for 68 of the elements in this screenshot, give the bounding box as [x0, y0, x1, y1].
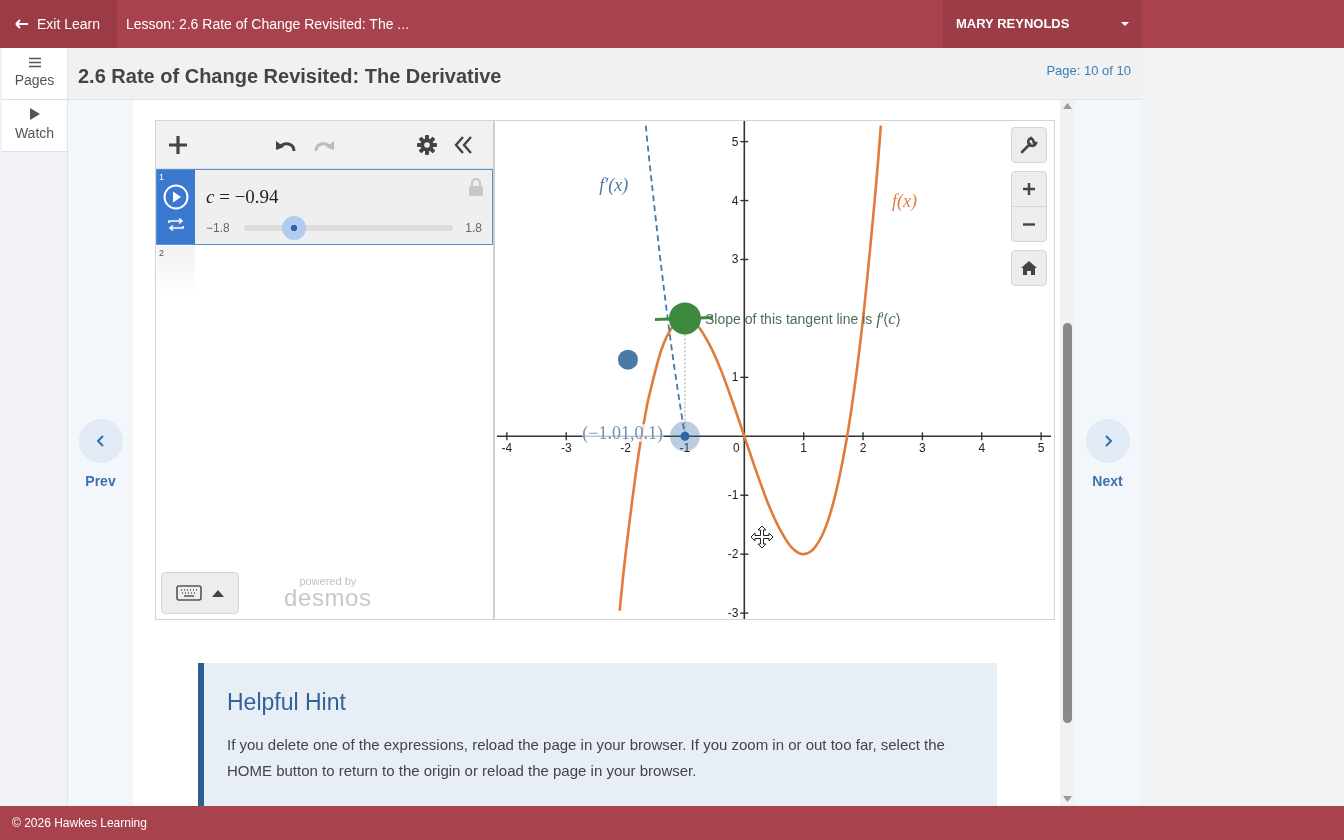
tick-label: -3	[727, 606, 739, 619]
graph-label: (−1.01,0.1)	[582, 424, 663, 443]
graph-label: f′(x)	[599, 175, 629, 194]
settings-button[interactable]	[1011, 127, 1047, 163]
page-title: 2.6 Rate of Change Revisited: The Derivative	[78, 63, 502, 89]
home-button[interactable]	[1011, 250, 1047, 286]
play-icon	[29, 107, 40, 120]
move-cursor-icon	[750, 525, 774, 549]
sidebar-item[interactable]: Pages	[2, 48, 67, 100]
sidebar-item[interactable]: Watch	[2, 100, 67, 152]
exit-button[interactable]: Exit Learn	[0, 0, 117, 48]
back-arrow-icon	[15, 19, 29, 29]
tick-label: 3	[731, 252, 739, 267]
tick-label: -4	[501, 441, 513, 456]
keyboard-button[interactable]	[161, 572, 239, 614]
copyright-text: © 2026 Hawkes Learning	[12, 815, 147, 832]
add-expression-icon[interactable]	[168, 134, 188, 155]
scrollbar-thumb[interactable]	[1063, 323, 1072, 723]
chevron-right-icon	[1103, 434, 1112, 447]
tick-label: 3	[919, 441, 926, 456]
slider-thumb[interactable]	[282, 216, 307, 240]
home-icon	[1021, 261, 1037, 275]
scroll-down-icon[interactable]	[1063, 796, 1072, 802]
scroll-up-icon[interactable]	[1063, 103, 1072, 109]
slider-min: −1.8	[206, 220, 231, 237]
caret-icon	[212, 589, 224, 597]
tick-label: 5	[1037, 441, 1045, 456]
minus-icon	[1023, 222, 1035, 226]
collapse-icon[interactable]	[454, 135, 474, 154]
play-icon[interactable]	[163, 184, 189, 210]
tick-label: -1	[727, 488, 739, 503]
next-link[interactable]: Next	[1092, 470, 1123, 492]
chevron-left-icon	[96, 434, 105, 447]
expression-input[interactable]: c = −0.94	[206, 183, 279, 210]
expression-row[interactable]: 1 c = −0.94 −1.8 1.8	[156, 169, 493, 245]
tick-label: 0	[733, 441, 740, 456]
graph-label: f(x)	[892, 191, 918, 210]
tick-label: -3	[560, 441, 572, 456]
settings-icon[interactable]	[417, 134, 437, 155]
slider-max: 1.8	[465, 220, 482, 237]
powered-by-text: powered by	[299, 576, 357, 587]
graph-point[interactable]	[617, 349, 638, 370]
slider[interactable]	[244, 216, 453, 240]
tick-label: 1	[731, 370, 739, 385]
page-indicator: Page: 10 of 10	[1046, 61, 1131, 80]
graph-point[interactable]	[668, 302, 701, 335]
expression-index: 2	[159, 247, 164, 260]
hint-title: Helpful Hint	[227, 688, 347, 717]
tick-label: 1	[800, 441, 807, 456]
tick-label: 4	[978, 441, 986, 456]
menu-icon	[28, 56, 41, 68]
expression-index: 1	[159, 171, 164, 184]
caret-icon	[1121, 21, 1129, 27]
tick-label: -2	[727, 547, 739, 562]
tick-label: 2	[859, 441, 867, 456]
tick-label: 4	[731, 193, 739, 208]
graph-point[interactable]	[669, 421, 700, 452]
tick-label: -1	[679, 441, 691, 456]
tick-label: 5	[731, 134, 739, 149]
lesson-title: Lesson: 2.6 Rate of Change Revisited: The ...	[125, 14, 411, 34]
loop-icon[interactable]	[168, 218, 184, 231]
keyboard-icon	[176, 585, 202, 601]
hint-text: If you delete one of the expressions, reload the page in your browser. If you zoom in or out too far, select the HOME button to return to the origin or reload the page in your browser.	[227, 734, 946, 781]
tick-label: -2	[620, 441, 631, 456]
user-menu[interactable]: MARY REYNOLDS	[943, 0, 1142, 48]
prev-link[interactable]: Prev	[85, 470, 116, 492]
plus-icon	[1023, 183, 1035, 195]
wrench-icon	[1020, 136, 1038, 154]
